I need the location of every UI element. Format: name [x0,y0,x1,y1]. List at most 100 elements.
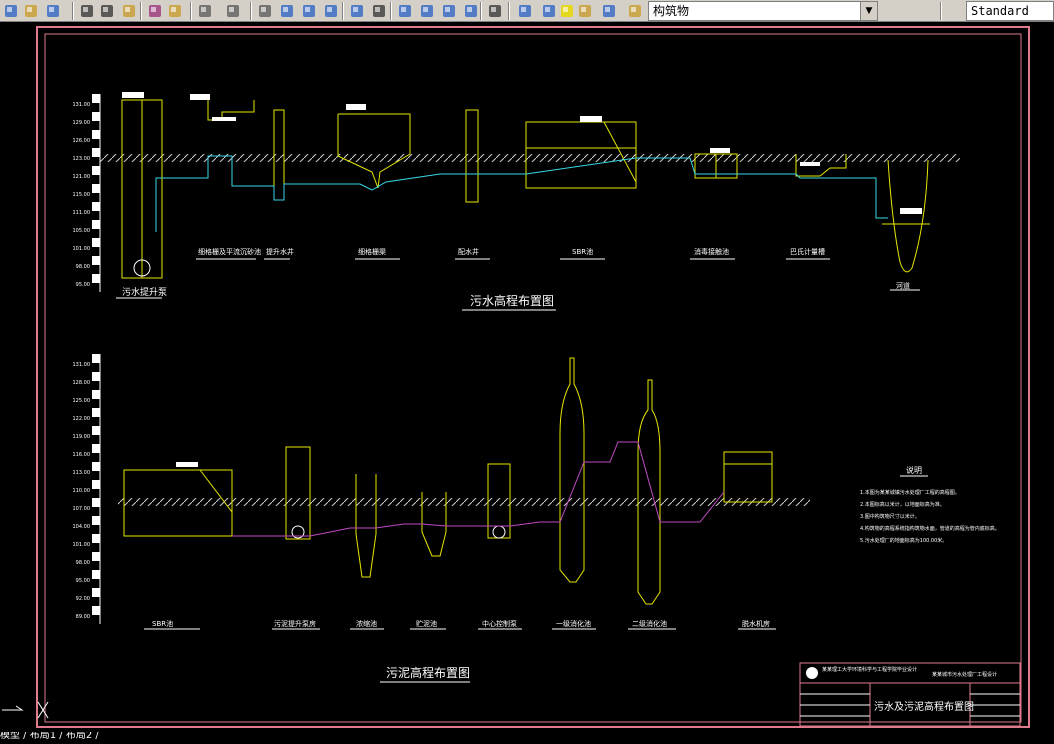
profile-title-sludge: 污泥高程布置图 [386,665,470,680]
cut-icon[interactable] [78,2,96,20]
elevation-axis-bottom: 131.00 128.00 125.00 122.00 119.00 116.00 113.… [73,354,101,624]
markup-icon[interactable] [418,2,436,20]
sewage-profile: 131.00 129.00 126.00 123.00 121.00 115.00 111.… [73,92,960,299]
unit-label-sewage: 污水提升泵 [122,286,167,298]
unit-label-sewage: SBR池 [572,247,593,256]
toolbar-separator [250,2,252,20]
axis-tick-label: 101.00 [73,246,91,252]
layer-manager-icon[interactable] [486,2,504,20]
layout-tabs[interactable]: 模型 / 布局1 / 布局2 / [0,732,200,740]
note-line: 3.图中构筑物尺寸以米计。 [860,513,920,520]
tool-palettes-icon[interactable] [370,2,388,20]
axis-tick [92,238,100,247]
zoom-realtime-icon[interactable] [256,2,274,20]
copy-icon[interactable] [98,2,116,20]
axis-tick [92,354,100,363]
axis-tick-label: 128.00 [73,380,91,386]
open-icon[interactable] [22,2,40,20]
calculator-icon[interactable] [440,2,458,20]
axis-tick-label: 111.00 [73,210,91,216]
axis-tick [92,372,100,381]
axis-tick-label: 101.00 [73,542,91,548]
axis-tick-label: 129.00 [73,120,91,126]
toolbar-separator [508,2,510,20]
color-swatch-icon[interactable] [576,2,594,20]
axis-tick-label: 125.00 [73,398,91,404]
undo-icon[interactable] [166,2,184,20]
layer-previous-icon[interactable] [626,2,644,20]
text-style-dropdown[interactable]: Standard [966,1,1054,21]
axis-tick [92,148,100,157]
design-center-icon[interactable] [348,2,366,20]
axis-tick [92,516,100,525]
axis-tick-label: 105.00 [73,228,91,234]
axis-tick [92,202,100,211]
axis-tick [92,166,100,175]
notes-title: 说明 [906,465,922,475]
bulb-icon[interactable] [516,2,534,20]
note-line: 5.污水处理厂的地面标高为100.00米。 [860,537,947,544]
unit-label-sludge: 浓缩池 [356,619,377,628]
sheet-border-outer [36,26,1030,728]
axis-tick [92,534,100,543]
axis-tick-label: 98.00 [76,560,90,566]
help-icon[interactable] [462,2,480,20]
unit-label-sludge: 二级消化池 [632,619,667,628]
axis-tick [92,588,100,597]
unit-label-sludge: 中心控制泵 [482,619,517,628]
paste-icon[interactable] [120,2,138,20]
make-current-icon[interactable] [600,2,618,20]
new-icon[interactable] [2,2,20,20]
layer-dropdown[interactable]: 构筑物 ▼ [648,1,878,21]
drawing-canvas[interactable]: 131.00 129.00 126.00 123.00 121.00 115.00 111.… [0,22,1054,740]
properties-icon[interactable] [322,2,340,20]
axis-tick-label: 123.00 [73,156,91,162]
axis-tick [92,408,100,417]
sheet-set-icon[interactable] [396,2,414,20]
unit-label-sewage: 细格栅渠 [358,247,386,256]
unit-label-sludge: 贮泥池 [416,619,437,628]
unit-label-sewage: 河道 [896,281,910,290]
note-line: 2.本图标高以米计，以地面标高为准。 [860,501,945,508]
axis-tick [92,606,100,615]
note-line: 1.本图为某某城镇污水处理厂工程的高程图。 [860,489,960,496]
axis-tick [92,94,100,103]
axis-tick [92,570,100,579]
zoom-window-icon[interactable] [278,2,296,20]
toolbar-separator [940,2,942,20]
unit-label-sewage: 配水井 [458,247,479,256]
sun-icon[interactable] [540,2,558,20]
lock-icon[interactable] [558,2,576,20]
axis-tick [92,426,100,435]
toolbar-separator [72,2,74,20]
axis-tick [92,112,100,121]
match-properties-icon[interactable] [146,2,164,20]
axis-tick-label: 110.00 [73,488,91,494]
zoom-previous-icon[interactable] [300,2,318,20]
unit-label-sludge: 一级消化池 [556,619,591,628]
title-block-school: 某某理工大学环境科学与工程学院毕业设计 [822,666,917,673]
unit-label-sewage: 巴氏计量槽 [790,247,825,256]
axis-tick-label: 122.00 [73,416,91,422]
unit-label-sludge: 脱水机房 [742,619,770,628]
chevron-down-icon[interactable]: ▼ [860,2,877,20]
axis-tick-label: 131.00 [73,102,91,108]
save-icon[interactable] [44,2,62,20]
ucs-icon [2,701,49,719]
pan-icon[interactable] [224,2,242,20]
axis-tick [92,220,100,229]
standard-toolbar: 构筑物 ▼ Standard [0,0,1054,22]
axis-tick [92,390,100,399]
axis-tick [92,444,100,453]
unit-label-sewage: 消毒接触池 [694,247,729,256]
axis-tick-label: 107.00 [73,506,91,512]
sheet-border-inner [44,33,1022,723]
axis-tick-label: 119.00 [73,434,91,440]
note-line: 4.构筑物的高程系统指构筑物水面，管道的高程为管内底标高。 [860,525,1000,532]
axis-tick [92,498,100,507]
axis-tick-label: 113.00 [73,470,91,476]
axis-tick-label: 92.00 [76,596,90,602]
redo-icon[interactable] [196,2,214,20]
unit-label-sewage: 细格栅及平流沉砂池 [198,247,261,256]
text-style-current: Standard [971,4,1029,18]
